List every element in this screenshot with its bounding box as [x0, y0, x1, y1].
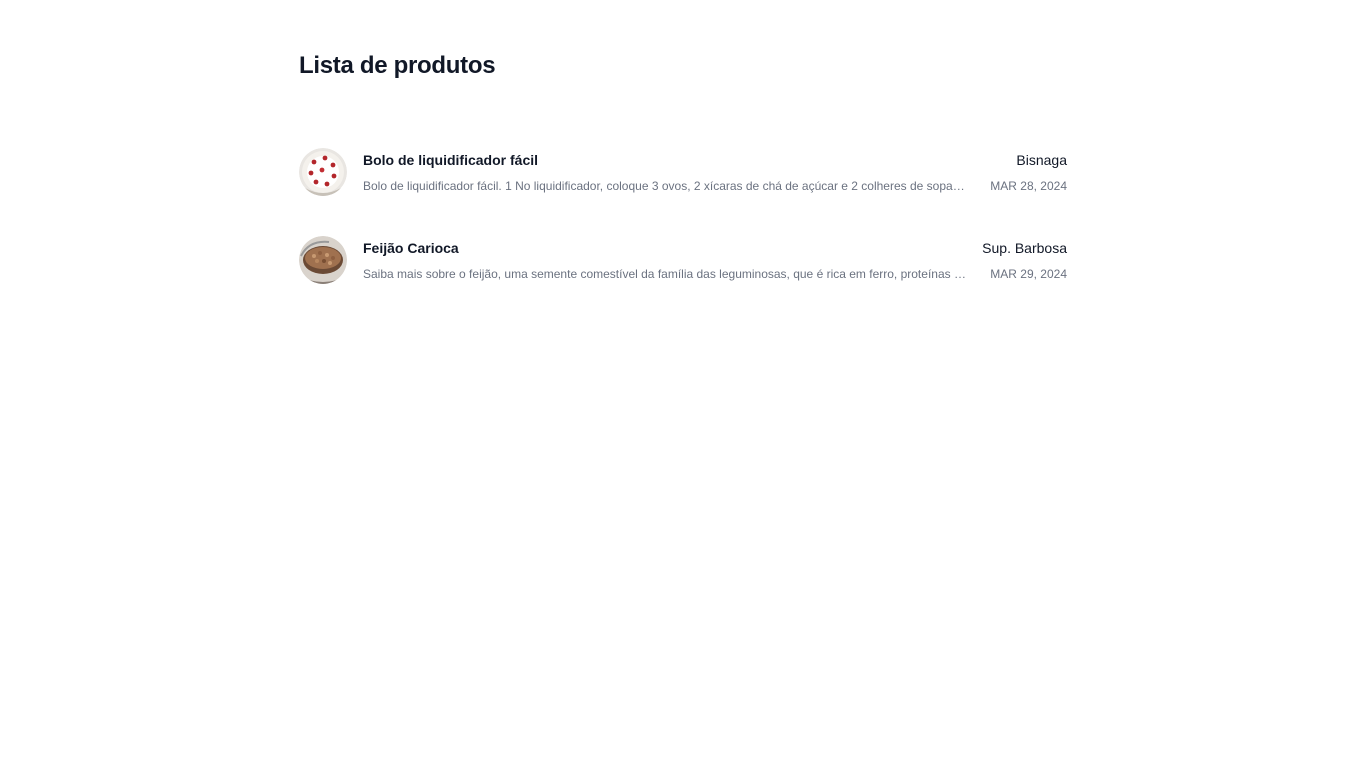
beans-photo-icon: [299, 236, 347, 284]
product-store: Sup. Barbosa: [982, 240, 1067, 256]
list-item[interactable]: Feijão Carioca Saiba mais sobre o feijão…: [299, 236, 1067, 284]
product-meta: Bisnaga MAR 28, 2024: [947, 148, 1067, 198]
product-info: Bolo de liquidificador fácil Bolo de liq…: [363, 148, 973, 198]
product-date: MAR 29, 2024: [990, 267, 1067, 281]
product-name: Bolo de liquidificador fácil: [363, 152, 539, 168]
product-description: Saiba mais sobre o feijão, uma semente c…: [363, 267, 967, 281]
product-store: Bisnaga: [1016, 152, 1067, 168]
product-name: Feijão Carioca: [363, 240, 459, 256]
product-meta: Sup. Barbosa MAR 29, 2024: [947, 236, 1067, 286]
product-date: MAR 28, 2024: [990, 179, 1067, 193]
product-list: Bolo de liquidificador fácil Bolo de liq…: [299, 148, 1067, 324]
list-item[interactable]: Bolo de liquidificador fácil Bolo de liq…: [299, 148, 1067, 196]
cake-photo-icon: [299, 148, 347, 196]
product-description: Bolo de liquidificador fácil. 1 No liqui…: [363, 179, 967, 193]
page-title: Lista de produtos: [299, 52, 496, 79]
product-info: Feijão Carioca Saiba mais sobre o feijão…: [363, 236, 973, 286]
